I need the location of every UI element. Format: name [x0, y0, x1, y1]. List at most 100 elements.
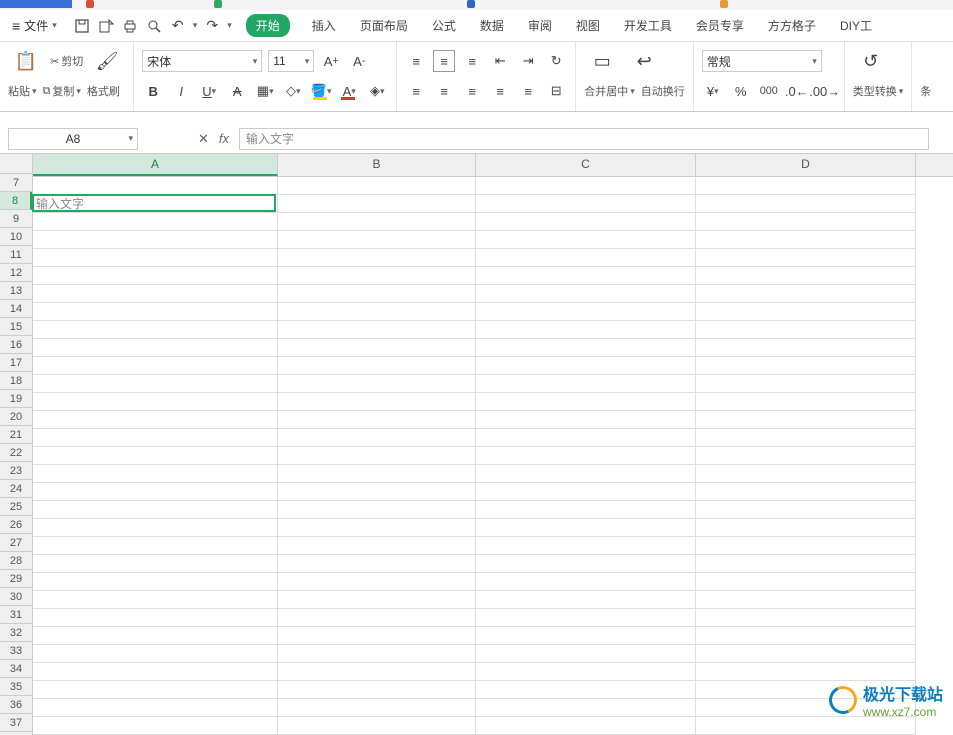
row-header[interactable]: 27 — [0, 534, 32, 552]
cell[interactable] — [33, 483, 278, 501]
cell[interactable] — [696, 717, 916, 735]
cell[interactable] — [696, 645, 916, 663]
window-tab-indicator[interactable] — [720, 0, 728, 8]
save-icon[interactable] — [73, 17, 91, 35]
cell[interactable] — [476, 429, 696, 447]
cell[interactable] — [476, 519, 696, 537]
cell[interactable] — [33, 519, 278, 537]
tab-start[interactable]: 开始 — [246, 14, 290, 37]
cell[interactable] — [33, 537, 278, 555]
row-header[interactable]: 32 — [0, 624, 32, 642]
cell[interactable] — [278, 681, 476, 699]
increase-indent-icon[interactable]: ⇥ — [517, 50, 539, 72]
format-painter-button[interactable]: 🖌 — [89, 51, 125, 72]
align-top-icon[interactable]: ≡ — [405, 50, 427, 72]
align-bottom-icon[interactable]: ≡ — [461, 50, 483, 72]
increase-decimal-icon[interactable]: .0← — [786, 80, 808, 102]
cell[interactable] — [278, 267, 476, 285]
cell[interactable] — [696, 537, 916, 555]
cell[interactable] — [696, 195, 916, 213]
row-header[interactable]: 34 — [0, 660, 32, 678]
cell[interactable] — [33, 267, 278, 285]
row-header[interactable]: 22 — [0, 444, 32, 462]
cell[interactable] — [33, 627, 278, 645]
increase-font-icon[interactable]: A+ — [320, 50, 342, 72]
cell[interactable] — [33, 447, 278, 465]
paste-button[interactable]: 📋 — [8, 51, 44, 72]
file-menu[interactable]: ≡ 文件 ▾ — [6, 15, 63, 36]
cell[interactable] — [696, 357, 916, 375]
cell[interactable] — [33, 303, 278, 321]
decrease-decimal-icon[interactable]: .00→ — [814, 80, 836, 102]
row-header[interactable]: 37 — [0, 714, 32, 732]
cell[interactable] — [278, 393, 476, 411]
tab-devtools[interactable]: 开发工具 — [622, 13, 674, 38]
align-left-icon[interactable]: ≡ — [405, 80, 427, 102]
column-header[interactable]: A — [33, 154, 278, 176]
cell[interactable] — [278, 285, 476, 303]
underline-button[interactable]: U▾ — [198, 80, 220, 102]
cell[interactable] — [278, 465, 476, 483]
cell[interactable] — [696, 483, 916, 501]
align-center-icon[interactable]: ≡ — [433, 80, 455, 102]
cell[interactable] — [696, 609, 916, 627]
bold-button[interactable]: B — [142, 80, 164, 102]
cell[interactable] — [476, 375, 696, 393]
cell[interactable] — [696, 393, 916, 411]
row-header[interactable]: 25 — [0, 498, 32, 516]
tab-data[interactable]: 数据 — [478, 13, 506, 38]
font-color-button[interactable]: A▾ — [338, 80, 360, 102]
cell[interactable] — [33, 231, 278, 249]
chevron-down-icon[interactable]: ▾ — [193, 20, 198, 31]
cell[interactable] — [33, 573, 278, 591]
cell[interactable] — [696, 465, 916, 483]
wrap-text-button[interactable]: ↩ — [626, 51, 662, 72]
cell[interactable] — [33, 717, 278, 735]
cell[interactable] — [278, 303, 476, 321]
cell[interactable] — [33, 357, 278, 375]
cell[interactable] — [278, 429, 476, 447]
cell[interactable] — [476, 645, 696, 663]
row-header[interactable]: 17 — [0, 354, 32, 372]
cell[interactable] — [696, 303, 916, 321]
name-box[interactable]: A8 ▾ — [8, 128, 138, 150]
cell[interactable] — [476, 717, 696, 735]
cell[interactable] — [476, 573, 696, 591]
column-header[interactable]: D — [696, 154, 916, 176]
row-header[interactable]: 9 — [0, 210, 32, 228]
cell[interactable] — [278, 699, 476, 717]
row-header[interactable]: 23 — [0, 462, 32, 480]
row-header[interactable]: 13 — [0, 282, 32, 300]
cell-style-button[interactable]: ◇▾ — [282, 80, 304, 102]
cell[interactable] — [278, 555, 476, 573]
cell[interactable] — [33, 393, 278, 411]
cell[interactable] — [33, 321, 278, 339]
cell[interactable] — [476, 465, 696, 483]
row-header[interactable]: 21 — [0, 426, 32, 444]
cell[interactable] — [476, 501, 696, 519]
tab-member[interactable]: 会员专享 — [694, 13, 746, 38]
cell[interactable] — [33, 663, 278, 681]
cell[interactable] — [33, 411, 278, 429]
cell[interactable] — [278, 375, 476, 393]
cell[interactable] — [278, 519, 476, 537]
cell[interactable] — [278, 645, 476, 663]
cut-button[interactable]: ✂ 剪切 — [50, 53, 83, 69]
fx-icon[interactable]: fx — [219, 131, 229, 146]
cell[interactable] — [278, 231, 476, 249]
cell[interactable] — [476, 357, 696, 375]
print-icon[interactable] — [121, 17, 139, 35]
row-header[interactable]: 18 — [0, 372, 32, 390]
type-convert-button[interactable]: ↺ — [853, 51, 889, 72]
merge-center-label[interactable]: 合并居中▾ — [584, 83, 635, 99]
cell[interactable] — [696, 177, 916, 195]
cell[interactable] — [33, 213, 278, 231]
clear-format-button[interactable]: ◈▾ — [366, 80, 388, 102]
row-header[interactable]: 8 — [0, 192, 32, 210]
cell-grid[interactable]: 输入文字 — [33, 177, 953, 735]
tab-page-layout[interactable]: 页面布局 — [358, 13, 410, 38]
cell[interactable] — [696, 249, 916, 267]
cell[interactable] — [696, 411, 916, 429]
cell[interactable] — [33, 195, 278, 213]
cell[interactable] — [696, 429, 916, 447]
